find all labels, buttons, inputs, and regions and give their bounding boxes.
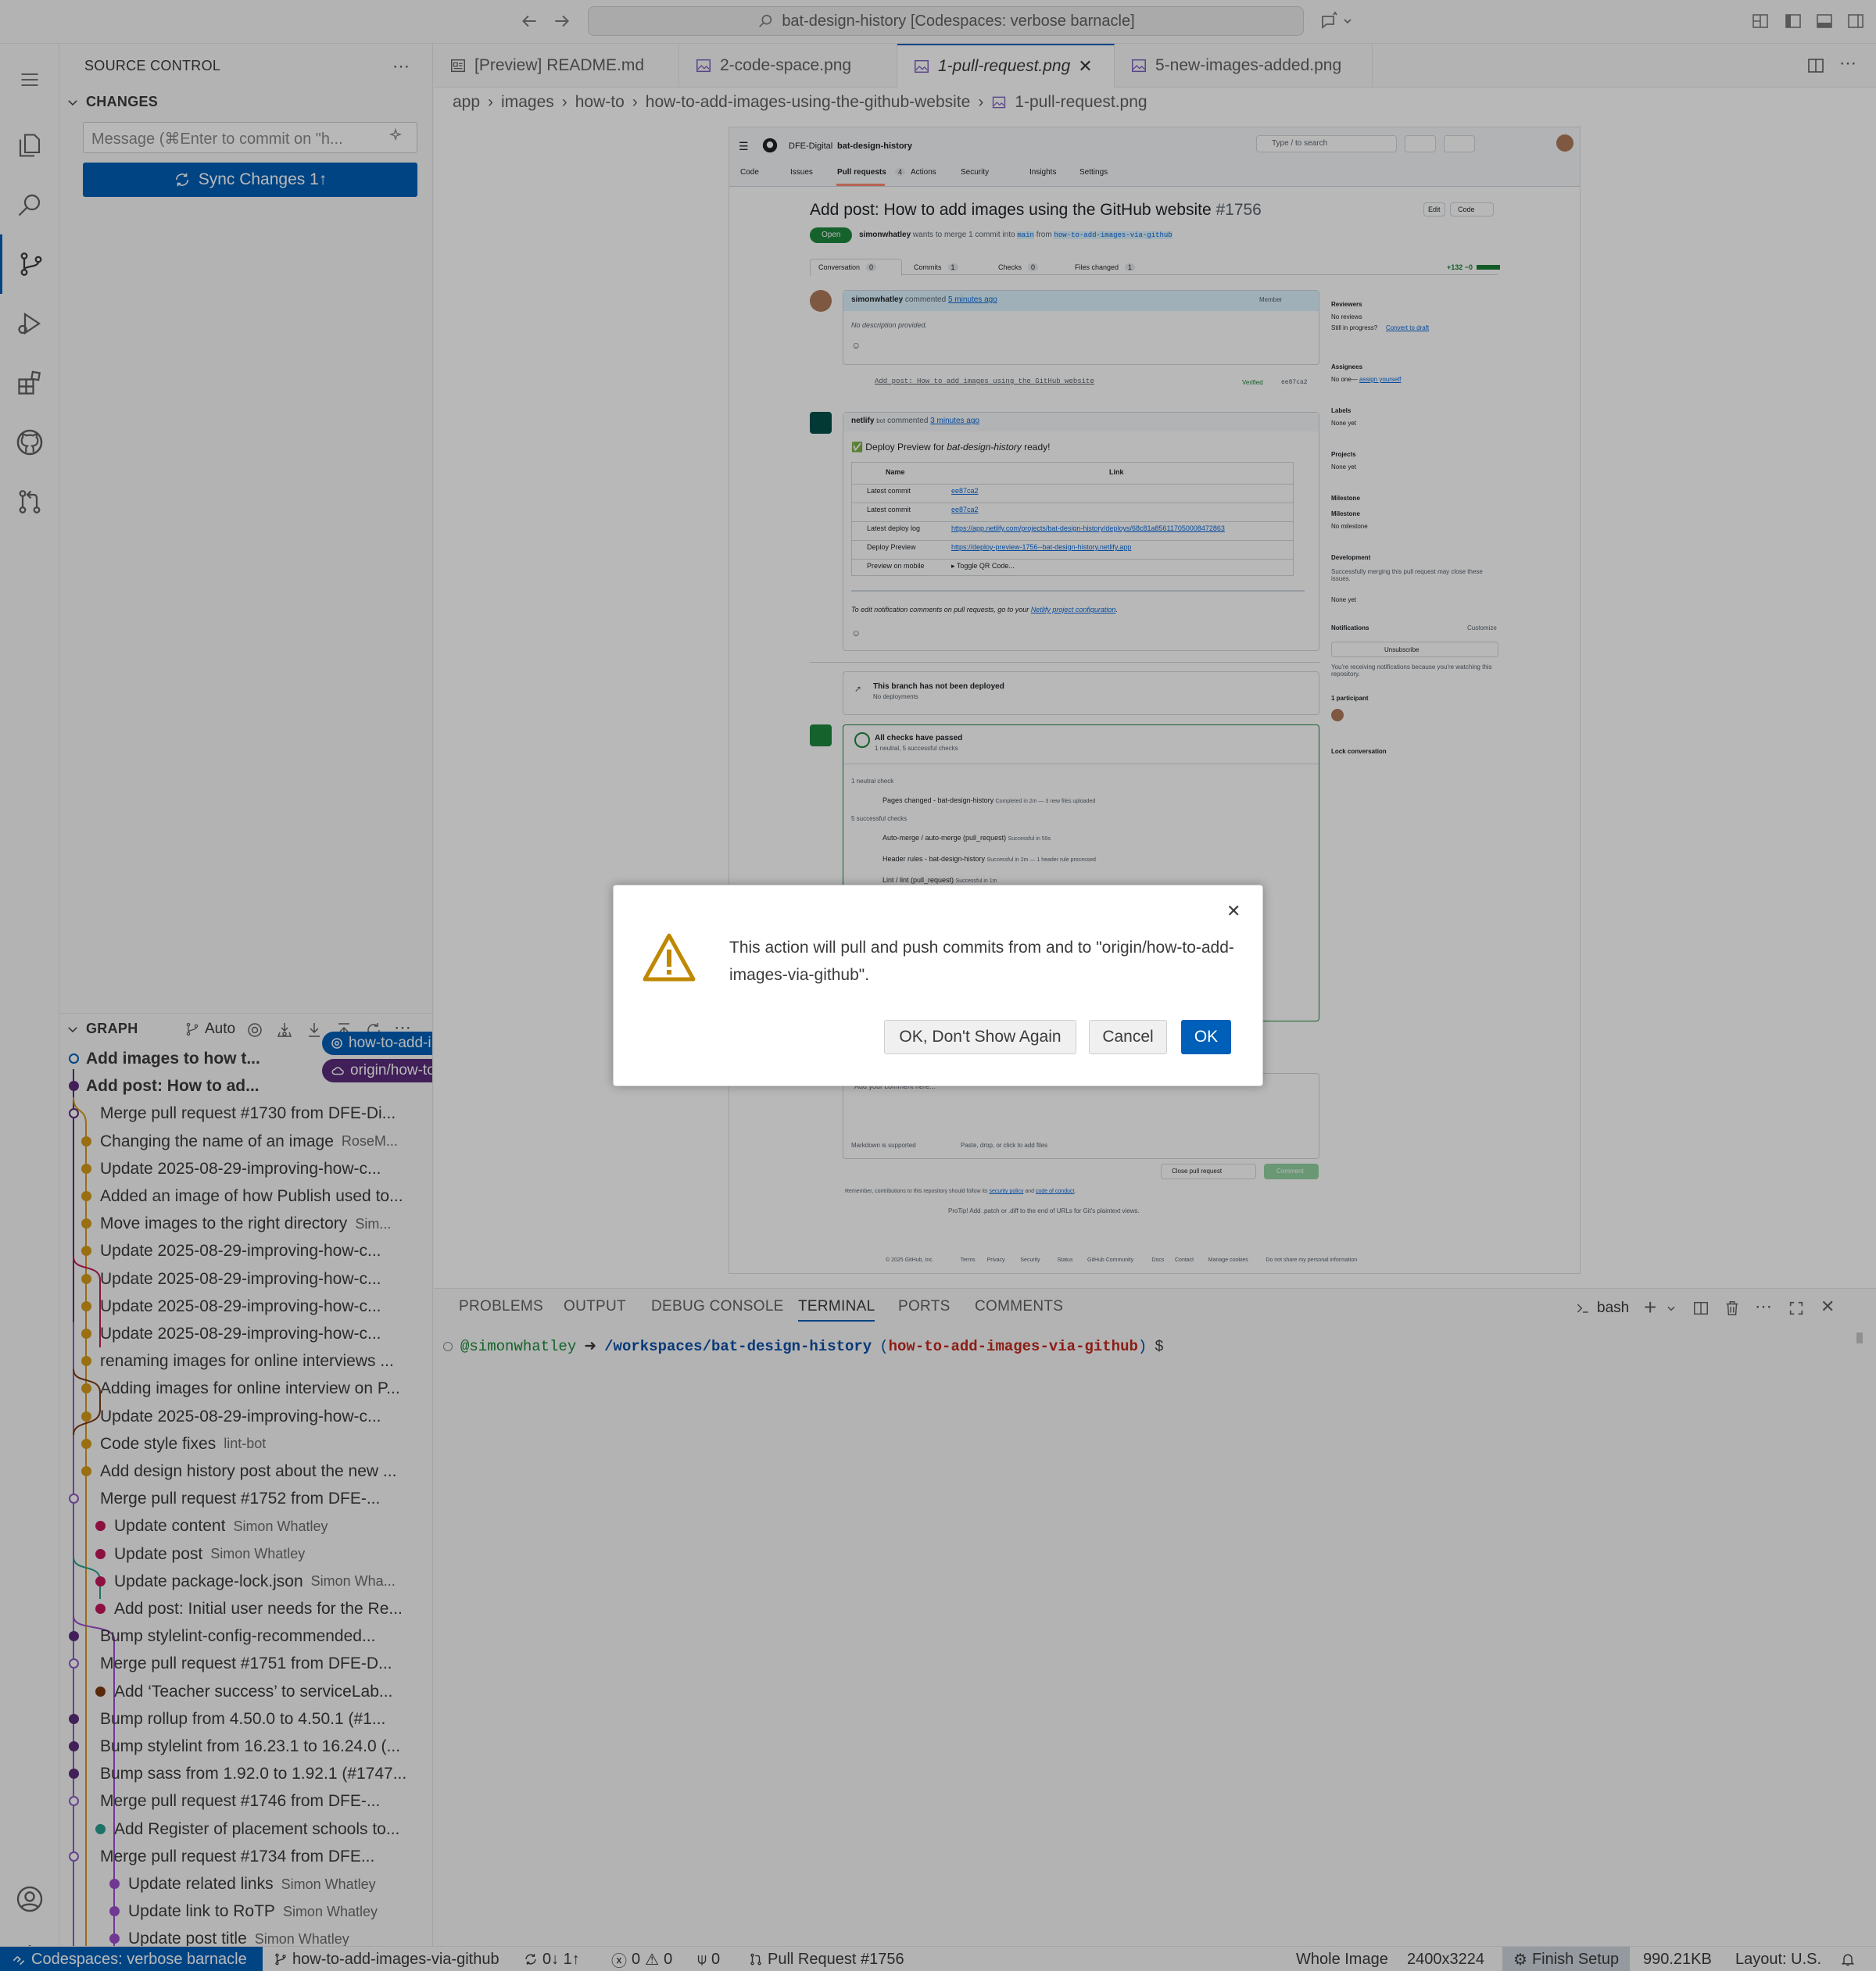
cancel-button[interactable]: Cancel bbox=[1089, 1020, 1167, 1054]
ok-button[interactable]: OK bbox=[1181, 1020, 1231, 1054]
dialog-message: This action will pull and push commits f… bbox=[729, 939, 1234, 984]
close-dialog-icon[interactable]: ✕ bbox=[1226, 901, 1241, 921]
warning-icon bbox=[643, 933, 696, 982]
ok-dont-show-again-button[interactable]: OK, Don't Show Again bbox=[884, 1020, 1076, 1054]
confirm-dialog: ✕ This action will pull and push commits… bbox=[613, 885, 1263, 1086]
